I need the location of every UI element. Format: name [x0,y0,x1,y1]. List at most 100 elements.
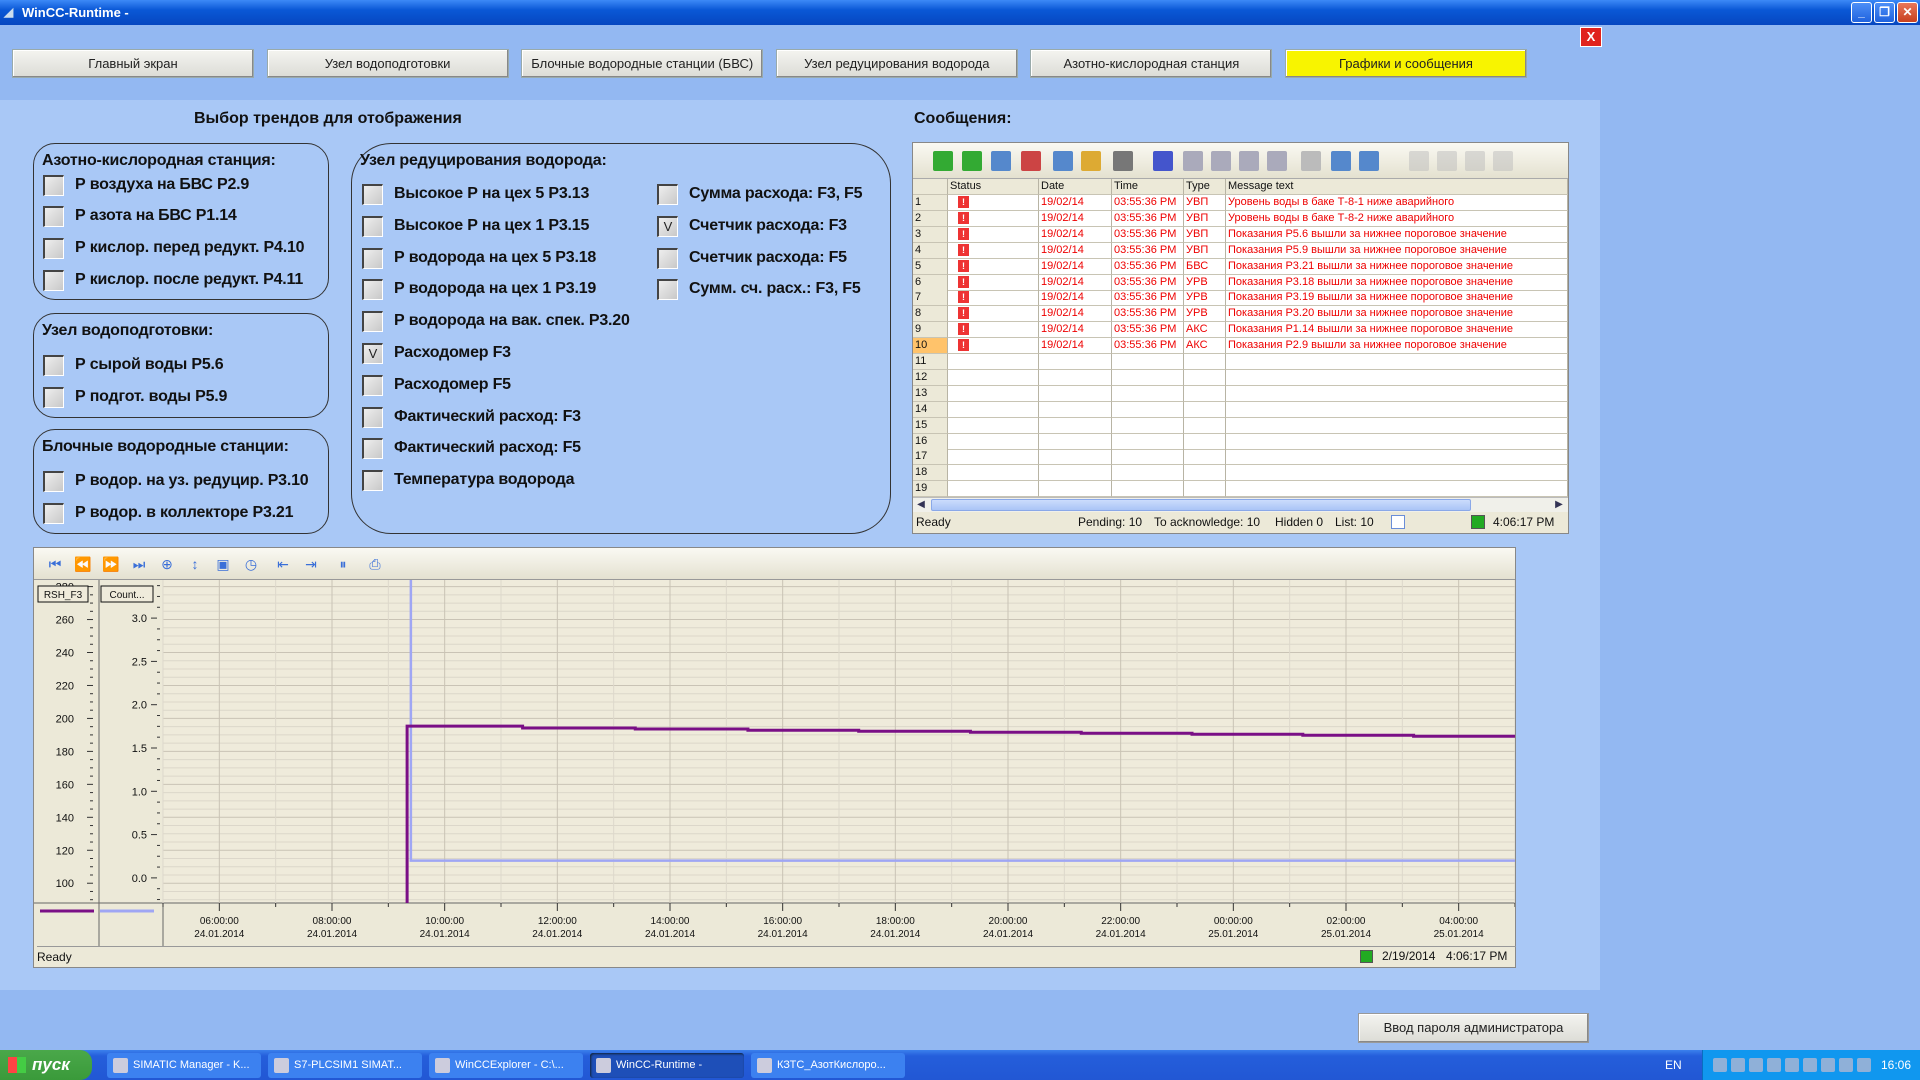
table-row[interactable]: 6! 19/02/14 03:55:36 PM УРВ Показания Р3.18 … [913,274,1568,291]
comment-icon[interactable] [1359,151,1379,171]
table-row[interactable]: 12 [913,369,1568,386]
column-header[interactable] [913,179,948,195]
table-row[interactable]: 5! 19/02/14 03:55:36 PM БВС Показания Р3.21 … [913,258,1568,275]
table-row[interactable]: 16 [913,433,1568,450]
trend-checkbox[interactable] [362,279,383,301]
table-row[interactable]: 19 [913,481,1568,497]
previous-trend-icon[interactable]: ⇤ [272,554,294,574]
prev-line-icon[interactable] [1211,151,1231,171]
value-axis-zoom-icon[interactable]: ↕ [184,554,206,574]
selection-icon[interactable] [1053,151,1073,171]
trend-checkbox[interactable] [657,247,678,269]
scroll-thumb[interactable] [931,499,1471,511]
trend-checkbox[interactable] [43,503,64,524]
trend-checkbox[interactable] [657,279,678,301]
prev-page-icon[interactable] [1437,151,1457,171]
taskbar-item[interactable]: КЗТС_АзотКислоро... [751,1053,905,1078]
horizontal-scrollbar[interactable]: ◀ ▶ [913,497,1568,512]
tools-icon[interactable] [1821,1058,1835,1072]
next-page-icon[interactable] [1465,151,1485,171]
lock-icon[interactable] [1081,151,1101,171]
trend-checkbox[interactable] [43,175,64,196]
nav-button-3[interactable]: Узел редуцирования водорода [775,49,1018,78]
license-manager-icon[interactable] [1713,1058,1727,1072]
sort-icon[interactable] [1153,151,1173,171]
taskbar-item[interactable]: WinCCExplorer - C:\... [429,1053,583,1078]
trend-checkbox[interactable] [43,238,64,259]
maximize-button[interactable]: ❐ [1874,2,1895,23]
group-acknowledge-icon[interactable] [962,151,982,171]
zoom-in-icon[interactable]: ⊕ [156,554,178,574]
screen-close-button[interactable]: X [1580,27,1602,47]
table-row[interactable]: 7! 19/02/14 03:55:36 PM УРВ Показания Р3.19 … [913,290,1568,307]
table-row[interactable]: 9! 19/02/14 03:55:36 PM АКС Показания Р1.14 … [913,322,1568,339]
trend-checkbox[interactable] [362,374,383,396]
list-view-icon[interactable] [1391,515,1405,529]
column-header[interactable]: Date [1039,179,1112,195]
trend-checkbox[interactable] [43,206,64,227]
network-icon[interactable] [1749,1058,1763,1072]
trend-checkbox[interactable] [362,311,383,333]
next-line-icon[interactable] [1239,151,1259,171]
nav-button-5[interactable]: Графики и сообщения [1285,49,1527,78]
time-range-icon[interactable]: ◷ [240,554,262,574]
table-row[interactable]: 4! 19/02/14 03:55:36 PM УВП Показания Р5.9 в… [913,242,1568,259]
trend-checkbox[interactable] [362,184,383,205]
trend-checkbox[interactable] [362,215,383,237]
info-text-icon[interactable] [1301,151,1321,171]
column-header[interactable]: Type [1184,179,1226,195]
admin-password-button[interactable]: Ввод пароля администратора [1358,1013,1589,1043]
loop-in-alarm-icon[interactable] [1331,151,1351,171]
table-row[interactable]: 2! 19/02/14 03:55:36 PM УВП Уровень воды в б… [913,210,1568,227]
update-icon[interactable] [1803,1058,1817,1072]
last-data-icon[interactable]: ⏭ [128,554,150,574]
table-row[interactable]: 14 [913,401,1568,418]
scroll-right-icon[interactable]: ▶ [1551,498,1567,512]
plcsim-icon[interactable] [1857,1058,1871,1072]
last-line-icon[interactable] [1267,151,1287,171]
taskbar-item[interactable]: S7-PLCSIM1 SIMAT... [268,1053,422,1078]
trend-checkbox[interactable] [43,270,64,291]
hit-list-icon[interactable] [1021,151,1041,171]
nav-button-4[interactable]: Азотно-кислородная станция [1030,49,1273,78]
column-header[interactable]: Status [948,179,1039,195]
trend-checkbox[interactable] [362,406,383,428]
wincc-runtime-icon[interactable] [1839,1058,1853,1072]
previous-data-icon[interactable]: ⏪ [72,554,94,574]
table-row[interactable]: 11 [913,354,1568,370]
language-indicator[interactable]: EN [1665,1050,1682,1080]
table-row[interactable]: 3! 19/02/14 03:55:36 PM УВП Показания Р5.6 в… [913,226,1568,243]
print-icon[interactable]: ⎙ [364,554,386,574]
computer-icon[interactable] [1731,1058,1745,1072]
table-row[interactable]: 1! 19/02/14 03:55:36 PM УВП Уровень воды в б… [913,195,1568,211]
trend-checkbox[interactable] [657,184,678,205]
table-row[interactable]: 18 [913,465,1568,482]
vmware-icon[interactable] [1767,1058,1781,1072]
nav-button-1[interactable]: Узел водоподготовки [266,49,509,78]
print-icon[interactable] [1113,151,1133,171]
trend-checkbox[interactable] [362,438,383,460]
original-view-icon[interactable]: ▣ [212,554,234,574]
taskbar-item[interactable]: WinCC-Runtime - [590,1053,744,1078]
trend-checkbox[interactable]: V [657,215,678,237]
column-header[interactable]: Time [1112,179,1184,195]
trend-checkbox[interactable]: V [362,343,383,364]
table-row[interactable]: 10! 19/02/14 03:55:36 PM АКС Показания Р2.9 … [913,338,1568,355]
nav-button-2[interactable]: Блочные водородные станции (БВС) [521,49,764,78]
last-page-icon[interactable] [1493,151,1513,171]
window-close-button[interactable]: ✕ [1897,2,1918,23]
table-row[interactable]: 17 [913,449,1568,466]
acknowledge-icon[interactable] [933,151,953,171]
trend-checkbox[interactable] [362,470,383,492]
start-button[interactable]: пуск [0,1050,92,1080]
trend-checkbox[interactable] [43,387,64,408]
next-trend-icon[interactable]: ⇥ [300,554,322,574]
next-data-icon[interactable]: ⏩ [100,554,122,574]
first-page-icon[interactable] [1409,151,1429,171]
list-icon[interactable] [991,151,1011,171]
trend-checkbox[interactable] [362,247,383,269]
disabled-icon[interactable] [1785,1058,1799,1072]
taskbar-item[interactable]: SIMATIC Manager - K... [107,1053,261,1078]
first-line-icon[interactable] [1183,151,1203,171]
scroll-left-icon[interactable]: ◀ [913,498,929,512]
